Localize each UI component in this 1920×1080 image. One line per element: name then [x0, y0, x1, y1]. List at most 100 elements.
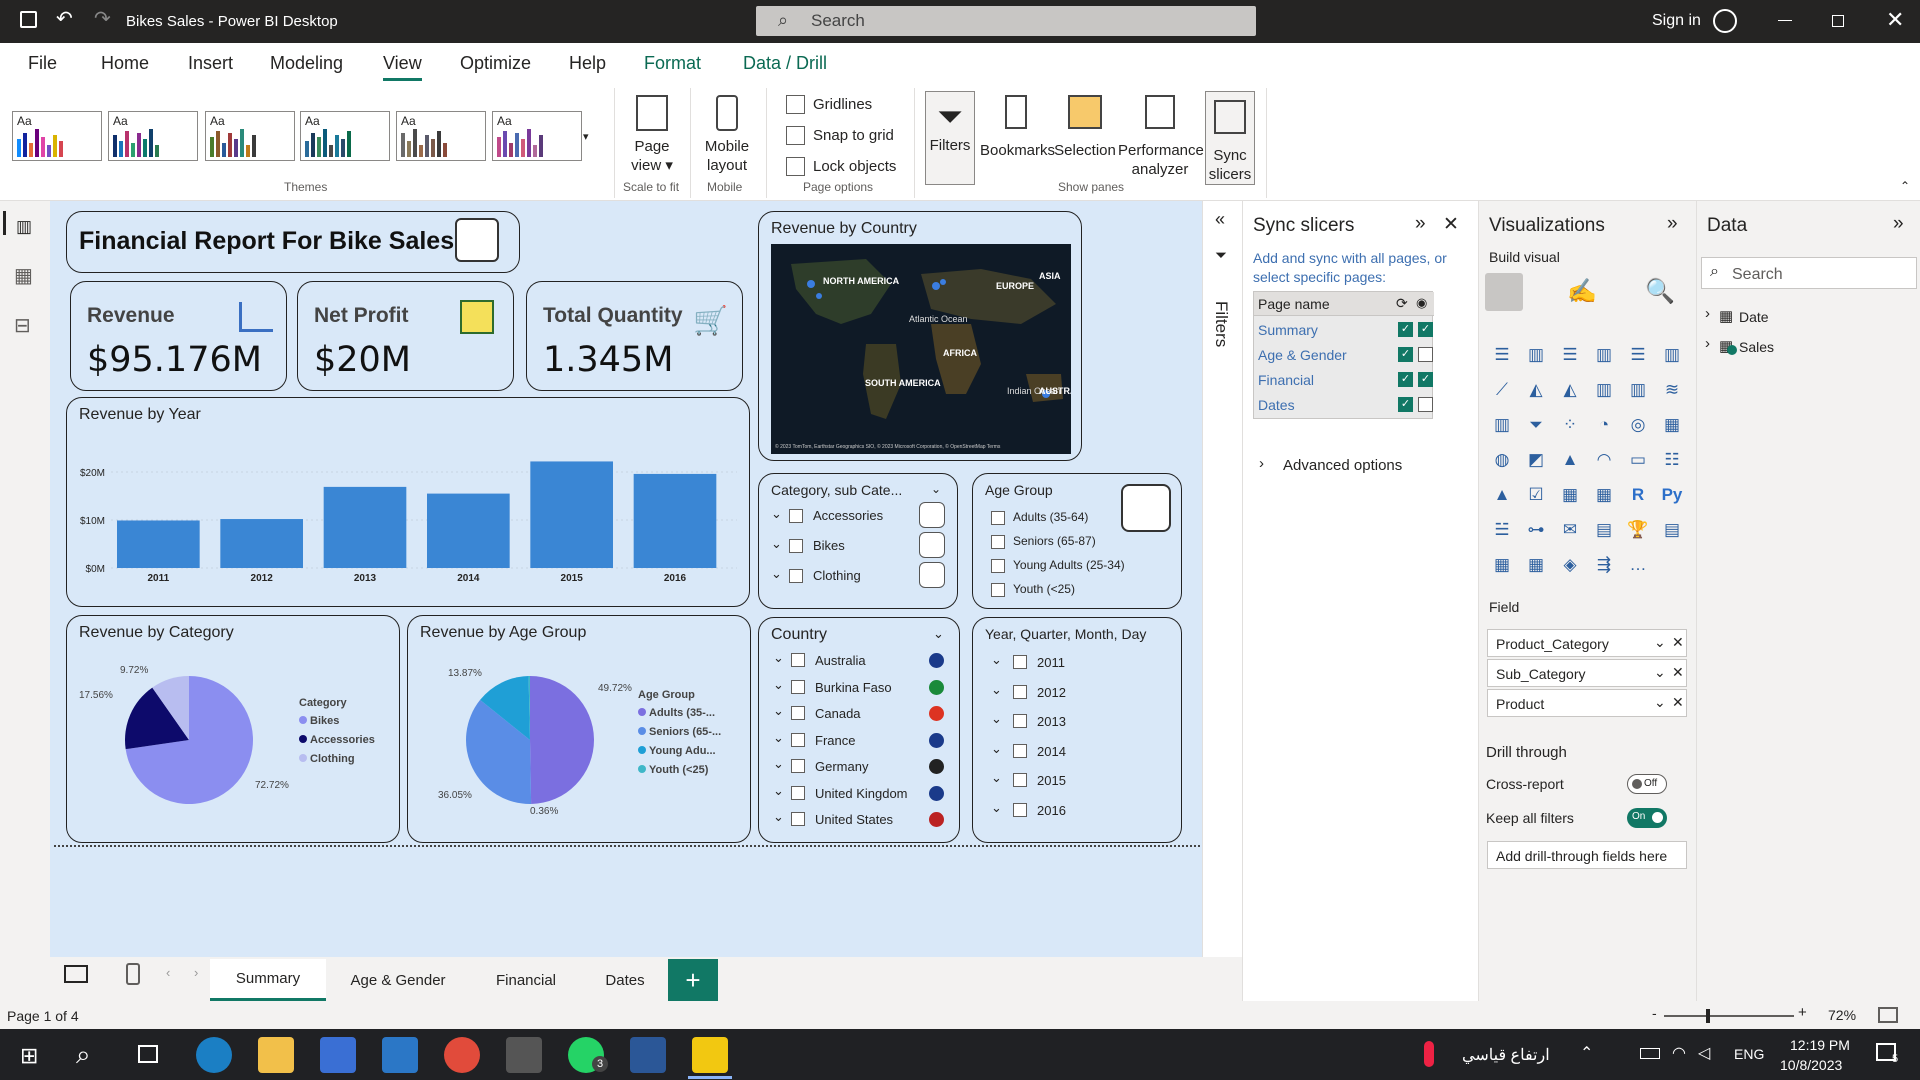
stacked-bar-icon[interactable]: ☰ [1489, 343, 1515, 367]
qa-icon[interactable]: ✉ [1557, 518, 1583, 542]
volume-icon[interactable]: ◁ [1698, 1043, 1710, 1063]
close-icon[interactable]: ✕ [1886, 7, 1904, 33]
slicer-checkbox[interactable] [789, 509, 803, 523]
metrics-icon[interactable]: 🏆 [1625, 518, 1651, 542]
slicer-checkbox[interactable] [991, 583, 1005, 597]
keep-filters-toggle[interactable]: On [1627, 808, 1667, 828]
theme-swatch-4[interactable]: Aa [300, 111, 390, 161]
chevron-down-icon[interactable]: ⌄ [773, 756, 784, 772]
drill-through-drop-zone[interactable]: Add drill-through fields here [1487, 841, 1687, 869]
kpi-card-revenue[interactable]: Revenue $95.176M [70, 281, 287, 391]
expand-left-icon[interactable]: « [1215, 209, 1225, 230]
slicer-checkbox[interactable] [1013, 743, 1027, 758]
chevron-down-icon[interactable]: ⌄ [773, 703, 784, 719]
page-tab-age-gender[interactable]: Age & Gender [326, 959, 470, 1001]
fit-to-page-icon[interactable] [1878, 1007, 1898, 1023]
table-view-icon[interactable]: ▦ [14, 263, 33, 288]
donut-chart-icon[interactable]: ◎ [1625, 413, 1651, 437]
store-icon[interactable] [320, 1037, 356, 1073]
slicer-item[interactable]: ⌄ Germany [773, 756, 953, 778]
category-slicer[interactable]: Category, sub Cate... ⌄ ⌄ Accessories ⌄ Bi… [758, 473, 958, 609]
r-visual-icon[interactable]: R [1625, 483, 1651, 507]
format-visual-tab-icon[interactable]: ✍ [1567, 277, 1597, 306]
remove-field-icon[interactable]: ✕ [1672, 694, 1684, 711]
chevron-down-icon[interactable]: ⌄ [773, 730, 784, 746]
clustered-bar-icon[interactable]: ☰ [1557, 343, 1583, 367]
slicer-checkbox[interactable] [791, 785, 805, 800]
task-view-icon[interactable] [138, 1045, 158, 1063]
column-100-icon[interactable]: ▥ [1659, 343, 1685, 367]
chevron-down-icon[interactable]: ⌄ [991, 770, 1002, 786]
chrome-icon[interactable] [444, 1037, 480, 1073]
power-bi-icon[interactable] [692, 1037, 728, 1073]
slicer-checkbox[interactable] [991, 559, 1005, 573]
remove-field-icon[interactable]: ✕ [1672, 634, 1684, 651]
windows-start-icon[interactable]: ⊞ [20, 1043, 38, 1069]
revenue-by-age-group-card[interactable]: Revenue by Age Group 49.72% 36.05% 13.87% 0… [407, 615, 751, 843]
chevron-down-icon[interactable]: ⌄ [771, 506, 782, 522]
wifi-icon[interactable]: ◠ [1672, 1043, 1686, 1063]
line-column-icon[interactable]: ▥ [1591, 378, 1617, 402]
funnel-chart-icon[interactable]: ⏷ [1523, 413, 1549, 437]
selection-button[interactable]: Selection [1052, 95, 1118, 160]
paginated-report-icon[interactable]: ▤ [1659, 518, 1685, 542]
redo-icon[interactable]: ↷ [94, 6, 111, 31]
python-visual-icon[interactable]: Py [1659, 483, 1685, 507]
chevron-down-icon[interactable]: ⌄ [773, 650, 784, 666]
power-apps-icon[interactable]: ▦ [1489, 553, 1515, 577]
theme-swatch-5[interactable]: Aa [396, 111, 486, 161]
bar[interactable] [220, 519, 303, 568]
filled-map-icon[interactable]: ◩ [1523, 448, 1549, 472]
bar[interactable] [323, 486, 407, 568]
visible-checkbox[interactable] [1418, 347, 1433, 362]
mobile-layout-button[interactable]: Mobile layout [700, 95, 754, 175]
power-automate-icon[interactable]: ▦ [1523, 553, 1549, 577]
build-visual-tab-icon[interactable] [1485, 273, 1523, 311]
bar-100-icon[interactable]: ☰ [1625, 343, 1651, 367]
stacked-area-icon[interactable]: ◭ [1557, 378, 1583, 402]
visible-checkbox[interactable]: ✓ [1418, 372, 1433, 387]
bookmarks-button[interactable]: Bookmarks [980, 95, 1055, 160]
chevron-down-icon[interactable]: ⌄ [1654, 664, 1666, 681]
slicer-checkbox[interactable] [1013, 773, 1027, 787]
chevron-down-icon[interactable]: ⌄ [771, 536, 782, 552]
chevron-down-icon[interactable]: ⌄ [1654, 634, 1666, 651]
close-icon[interactable]: ✕ [1443, 213, 1459, 236]
model-view-icon[interactable]: ⊟ [14, 313, 31, 338]
sign-in-link[interactable]: Sign in [1652, 12, 1701, 30]
slicer-checkbox[interactable] [1013, 655, 1027, 669]
chevron-down-icon[interactable]: ⌄ [931, 482, 941, 496]
smart-narrative-icon[interactable]: ▤ [1591, 518, 1617, 542]
slicer-checkbox[interactable] [991, 511, 1005, 525]
matrix-icon[interactable]: ▦ [1591, 483, 1617, 507]
performance-analyzer-button[interactable]: Performance analyzer [1118, 95, 1204, 179]
slicer-item[interactable]: ⌄ 2016 [991, 800, 1141, 822]
slicer-item[interactable]: ⌄ 2014 [991, 741, 1141, 763]
theme-swatch-3[interactable]: Aa [205, 111, 295, 161]
menu-format[interactable]: Format [644, 53, 701, 74]
remove-field-icon[interactable]: ✕ [1672, 664, 1684, 681]
menu-view[interactable]: View [383, 53, 422, 81]
account-icon[interactable] [1713, 9, 1737, 33]
undo-icon[interactable]: ↶ [56, 6, 73, 31]
menu-insert[interactable]: Insert [188, 53, 233, 74]
slicer-item[interactable]: ⌄ 2015 [991, 770, 1141, 792]
minimize-icon[interactable] [1778, 20, 1792, 21]
slicer-item[interactable]: ⌄ 2011 [991, 652, 1141, 674]
snap-to-grid-checkbox[interactable]: Snap to grid [786, 126, 894, 145]
slicer-checkbox[interactable] [1013, 714, 1027, 728]
decomposition-tree-icon[interactable]: ⊶ [1523, 518, 1549, 542]
restore-icon[interactable] [1832, 15, 1844, 27]
chevron-down-icon[interactable]: ⌄ [1654, 694, 1666, 711]
chevron-down-icon[interactable]: ⌄ [773, 783, 784, 799]
date-hierarchy-slicer[interactable]: Year, Quarter, Month, Day ⌄ 2011 ⌄ 2012 ⌄ … [972, 617, 1182, 843]
waterfall-icon[interactable]: ▥ [1489, 413, 1515, 437]
weather-text[interactable]: ارتفاع قياسي [1462, 1045, 1550, 1065]
area-chart-icon[interactable]: ◭ [1523, 378, 1549, 402]
multi-row-card-icon[interactable]: ☷ [1659, 448, 1685, 472]
expand-icon[interactable]: » [1415, 213, 1426, 235]
theme-swatch-6[interactable]: Aa [492, 111, 582, 161]
stacked-column-icon[interactable]: ▥ [1523, 343, 1549, 367]
map-icon[interactable]: ◍ [1489, 448, 1515, 472]
diamond-icon[interactable]: ◈ [1557, 553, 1583, 577]
